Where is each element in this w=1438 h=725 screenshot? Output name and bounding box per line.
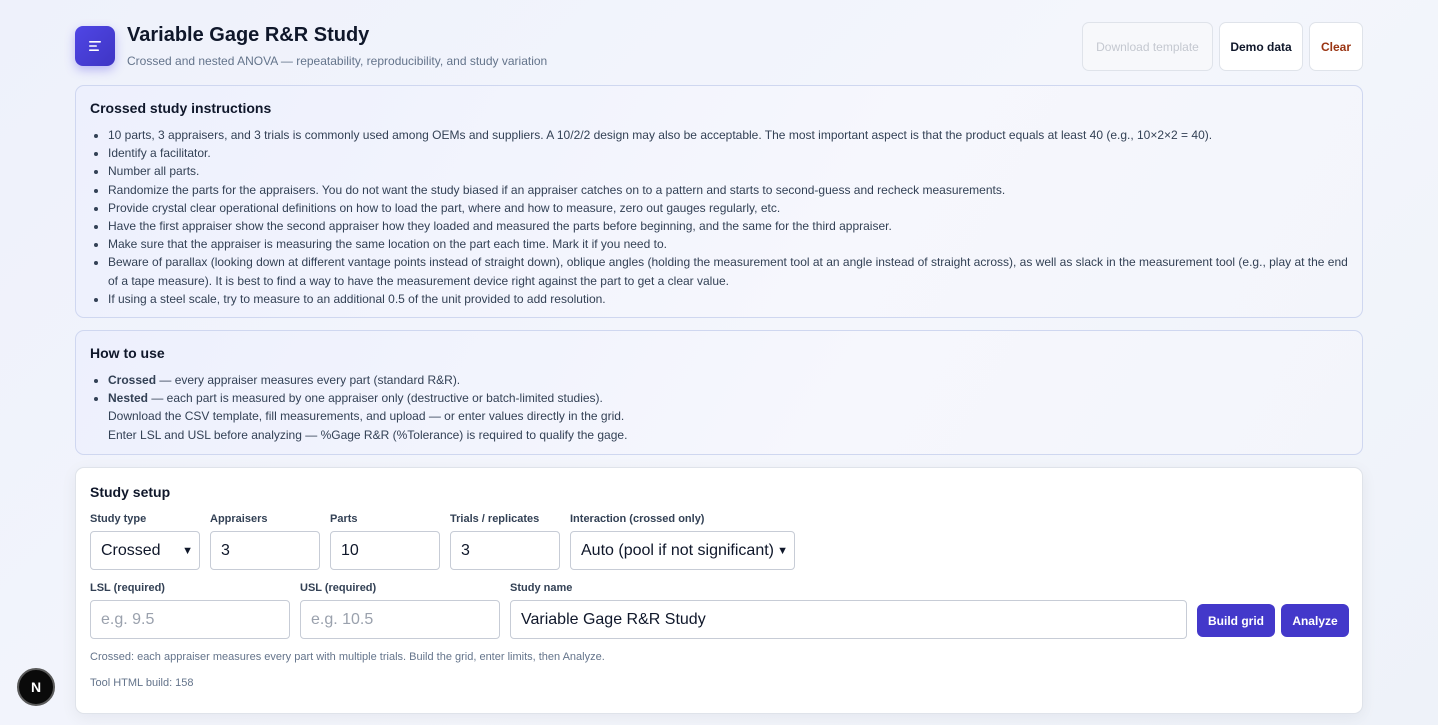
crossed-term: Crossed <box>108 373 157 387</box>
instructions-title: Crossed study instructions <box>90 100 272 116</box>
clear-button[interactable]: Clear <box>1309 22 1363 71</box>
setup-title: Study setup <box>90 484 171 500</box>
crossed-instructions-panel: Crossed study instructions 10 parts, 3 a… <box>75 85 1363 318</box>
chevron-down-icon: ▼ <box>777 544 788 557</box>
chevron-down-icon: ▼ <box>182 544 193 557</box>
study-type-label: Study type <box>90 513 147 525</box>
instructions-list: 10 parts, 3 appraisers, and 3 trials is … <box>108 126 1348 308</box>
setup-hint: Crossed: each appraiser measures every p… <box>90 651 605 663</box>
appraisers-input[interactable]: 3 <box>210 531 320 570</box>
interaction-label: Interaction (crossed only) <box>570 513 705 525</box>
usl-label: USL (required) <box>300 582 377 594</box>
list-item: Beware of parallax (looking down at diff… <box>108 253 1348 289</box>
howto-list: Crossed — every appraiser measures every… <box>108 371 1348 444</box>
interaction-select[interactable]: Auto (pool if not significant) ▼ <box>570 531 795 570</box>
list-item: Crossed — every appraiser measures every… <box>108 371 1348 389</box>
next-badge-button[interactable]: N <box>17 668 55 706</box>
page-subtitle: Crossed and nested ANOVA — repeatability… <box>127 54 548 68</box>
study-name-label: Study name <box>510 582 573 594</box>
study-type-select[interactable]: Crossed ▼ <box>90 531 200 570</box>
list-item: Number all parts. <box>108 162 1348 180</box>
lsl-label: LSL (required) <box>90 582 165 594</box>
study-setup-panel: Study setup Study type Crossed ▼ Apprais… <box>75 467 1363 714</box>
nested-term: Nested <box>108 391 149 406</box>
study-name-input[interactable]: Variable Gage R&R Study <box>510 600 1187 639</box>
list-item: If using a steel scale, try to measure t… <box>108 290 1348 308</box>
list-item: Have the first appraiser show the second… <box>108 217 1348 235</box>
appraisers-label: Appraisers <box>210 513 268 525</box>
csv-template-instruction: Download the CSV template, fill measurem… <box>108 409 625 424</box>
list-item: Identify a facilitator. <box>108 144 1348 162</box>
trials-label: Trials / replicates <box>450 513 540 525</box>
parts-label: Parts <box>330 513 358 525</box>
demo-data-button[interactable]: Demo data <box>1219 22 1303 71</box>
parts-input[interactable]: 10 <box>330 531 440 570</box>
list-item: 10 parts, 3 appraisers, and 3 trials is … <box>108 126 1348 144</box>
howto-title: How to use <box>90 345 165 361</box>
crossed-description: — every appraiser measures every part (s… <box>156 373 461 387</box>
list-item: Make sure that the appraiser is measurin… <box>108 235 1348 253</box>
analyze-button[interactable]: Analyze <box>1281 604 1349 637</box>
usl-input[interactable]: e.g. 10.5 <box>300 600 500 639</box>
build-info: Tool HTML build: 158 <box>90 677 194 689</box>
interaction-value: Auto (pool if not significant) <box>581 541 774 559</box>
list-item: Nested — each part is measured by one ap… <box>108 389 1348 444</box>
build-grid-button[interactable]: Build grid <box>1197 604 1275 637</box>
lsl-input[interactable]: e.g. 9.5 <box>90 600 290 639</box>
nested-description: — each part is measured by one appraiser… <box>148 391 603 406</box>
page-title: Variable Gage R&R Study <box>127 24 370 46</box>
list-item: Randomize the parts for the appraisers. … <box>108 181 1348 199</box>
menu-lines-icon <box>75 26 115 66</box>
how-to-use-panel: How to use Crossed — every appraiser mea… <box>75 330 1363 455</box>
limits-instruction: Enter LSL and USL before analyzing — %Ga… <box>108 427 628 442</box>
list-item: Provide crystal clear operational defini… <box>108 199 1348 217</box>
page-header: Variable Gage R&R Study Crossed and nest… <box>75 22 1363 72</box>
download-template-button[interactable]: Download template <box>1082 22 1213 71</box>
study-type-value: Crossed <box>101 541 161 559</box>
trials-input[interactable]: 3 <box>450 531 560 570</box>
